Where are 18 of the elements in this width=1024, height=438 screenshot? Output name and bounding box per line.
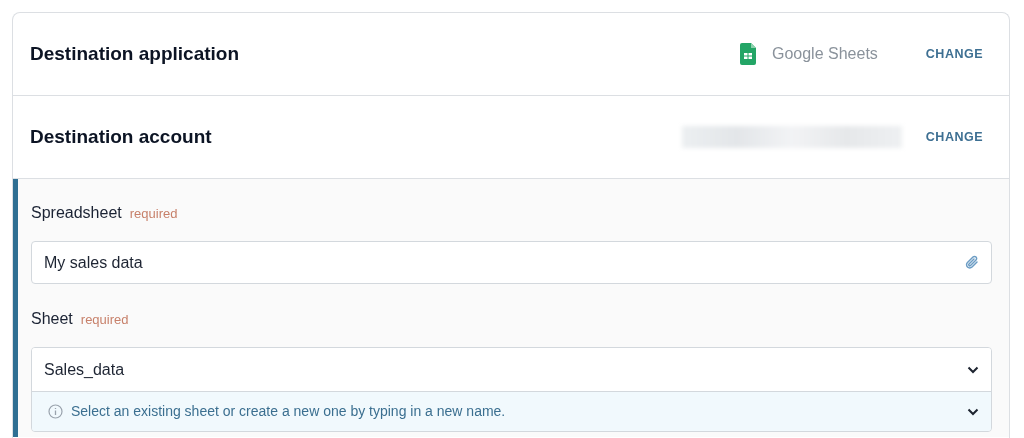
required-tag: required: [129, 204, 178, 224]
hint-text: Select an existing sheet or create a new one by typing in a new name.: [71, 402, 506, 421]
spreadsheet-icon: [739, 43, 756, 65]
change-button[interactable]: CHANGE: [925, 44, 983, 64]
required-tag: required: [80, 310, 129, 330]
app-name: Google Sheets: [771, 44, 878, 64]
sheet-select[interactable]: Sales_data: [32, 348, 991, 391]
paperclip-icon[interactable]: [965, 255, 979, 270]
section-title: Destination application: [30, 41, 240, 66]
field-label: Sheet: [31, 309, 73, 329]
change-button[interactable]: CHANGE: [925, 127, 983, 147]
spreadsheet-field[interactable]: My sales data: [31, 241, 992, 284]
section-title: Destination account: [30, 124, 212, 149]
hint-dropdown[interactable]: Select an existing sheet or create a new one by typing in a new name.: [32, 391, 991, 431]
info-icon: [48, 404, 63, 419]
chevron-down-icon: [967, 365, 979, 374]
chevron-down-icon: [967, 407, 979, 416]
field-label: Spreadsheet: [31, 203, 122, 223]
